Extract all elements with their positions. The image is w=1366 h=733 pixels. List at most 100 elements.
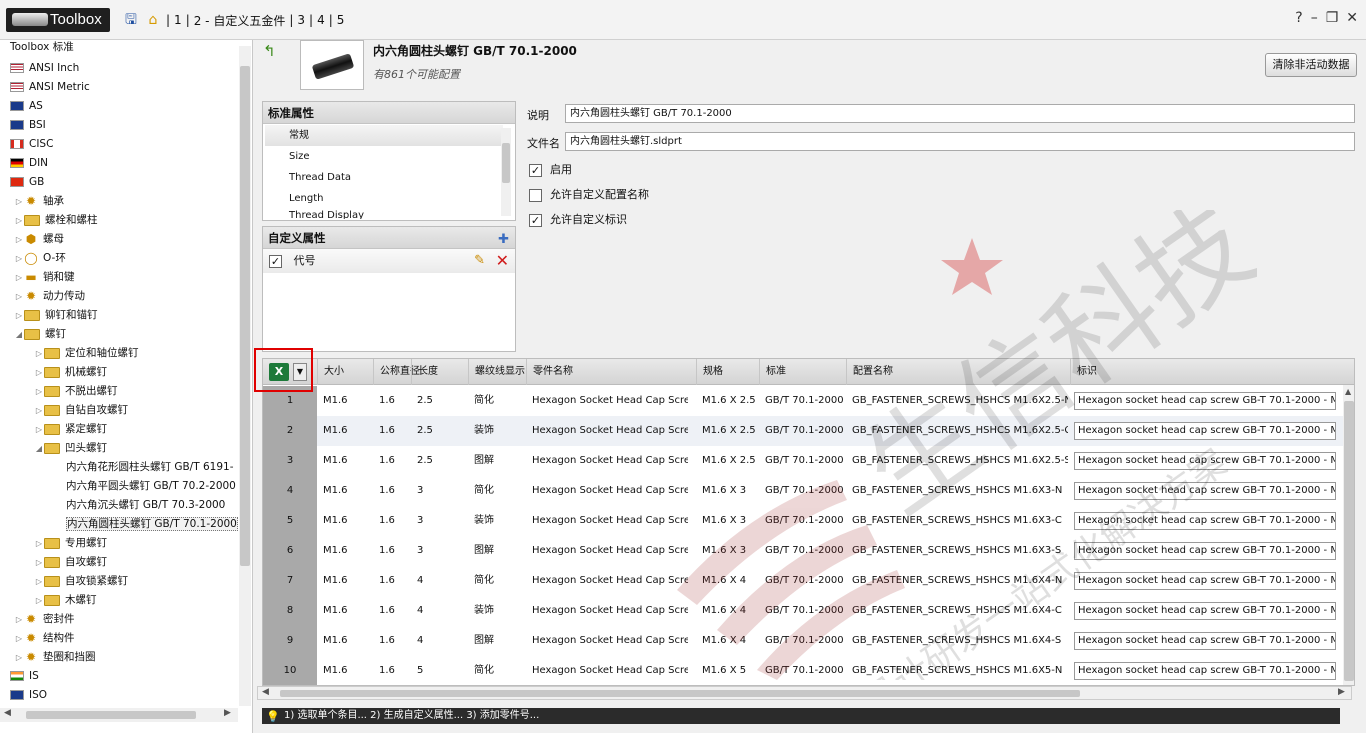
tree-vertical-scrollbar[interactable]	[239, 46, 251, 706]
tree-folder[interactable]: ▷ 铆钉和锚钉	[0, 306, 238, 325]
tag-field[interactable]: Hexagon socket head cap screw GB-T 70.1-…	[1074, 632, 1336, 650]
tree-standard-jis[interactable]: JIS	[0, 705, 238, 706]
table-row[interactable]: 3 M1.6 1.6 2.5 图解 Hexagon Socket Head Cap Scr…	[263, 446, 1343, 476]
scroll-thumb[interactable]	[240, 66, 250, 566]
expand-toggle-icon[interactable]: ◢	[34, 439, 44, 458]
table-row[interactable]: 4 M1.6 1.6 3 简化 Hexagon Socket Head Cap Screw…	[263, 476, 1343, 506]
tree-root[interactable]: Toolbox 标准	[0, 40, 238, 57]
tree-folder[interactable]: ▷ 机械螺钉	[0, 363, 238, 382]
std-prop-length[interactable]: Length	[263, 188, 515, 209]
scroll-thumb[interactable]	[1344, 401, 1354, 681]
table-row[interactable]: 6 M1.6 1.6 3 图解 Hexagon Socket Head Cap Screw…	[263, 536, 1343, 566]
scroll-up-icon[interactable]: ▲	[1345, 387, 1351, 396]
table-horizontal-scrollbar[interactable]: ◀ ▶	[257, 686, 1352, 700]
column-header[interactable]: 零件名称	[526, 359, 696, 385]
allow-custom-config-name-option[interactable]: 允许自定义配置名称	[529, 186, 649, 202]
tree-folder[interactable]: ▷ ◯ O-环	[0, 249, 238, 268]
expand-toggle-icon[interactable]: ▷	[34, 344, 44, 363]
expand-toggle-icon[interactable]: ▷	[14, 268, 24, 287]
expand-toggle-icon[interactable]: ◢	[14, 325, 24, 344]
expand-toggle-icon[interactable]: ▷	[34, 401, 44, 420]
tree-part-item[interactable]: 内六角花形圆柱头螺钉 GB/T 6191-	[0, 458, 238, 477]
tree-folder[interactable]: ▷ 紧定螺钉	[0, 420, 238, 439]
tree-folder[interactable]: ◢ 凹头螺钉	[0, 439, 238, 458]
scroll-thumb[interactable]	[280, 690, 1080, 697]
description-field[interactable]: 内六角圆柱头螺钉 GB/T 70.1-2000	[565, 104, 1355, 123]
expand-toggle-icon[interactable]: ▷	[34, 420, 44, 439]
home-icon[interactable]: ⌂	[144, 11, 162, 29]
tag-field[interactable]: Hexagon socket head cap screw GB-T 70.1-…	[1074, 482, 1336, 500]
expand-toggle-icon[interactable]: ▷	[34, 572, 44, 591]
tree-folder[interactable]: ▷ ▬ 销和键	[0, 268, 238, 287]
tree-folder[interactable]: ▷ 木螺钉	[0, 591, 238, 610]
table-row[interactable]: 9 M1.6 1.6 4 图解 Hexagon Socket Head Cap Screw…	[263, 626, 1343, 656]
expand-toggle-icon[interactable]: ▷	[14, 192, 24, 211]
clear-inactive-data-button[interactable]: 清除非活动数据	[1265, 53, 1357, 77]
custom-property-row[interactable]: ✓ 代号 ✎ ✕	[263, 249, 515, 273]
tree-folder[interactable]: ▷ 不脱出螺钉	[0, 382, 238, 401]
tree-standard-iso[interactable]: ISO	[0, 686, 238, 705]
allow-custom-tag-checkbox[interactable]: ✓	[529, 213, 542, 227]
table-vertical-scrollbar[interactable]: ▲	[1343, 385, 1354, 685]
tree-folder[interactable]: ▷ ⬢ 螺母	[0, 230, 238, 249]
column-header[interactable]: 公称直径	[373, 359, 420, 385]
tree-standard-ansi-inch[interactable]: ANSI Inch	[0, 59, 238, 78]
tree-folder[interactable]: ◢ 螺钉	[0, 325, 238, 344]
expand-toggle-icon[interactable]: ▷	[14, 306, 24, 325]
tree-folder[interactable]: ▷ ✹ 动力传动	[0, 287, 238, 306]
property-checkbox[interactable]: ✓	[269, 254, 282, 268]
tree-standard-bsi[interactable]: BSI	[0, 116, 238, 135]
expand-toggle-icon[interactable]: ▷	[34, 382, 44, 401]
tag-field[interactable]: Hexagon socket head cap screw GB-T 70.1-…	[1074, 572, 1336, 590]
nav-step-1[interactable]: 1	[174, 13, 182, 27]
tree-folder[interactable]: ▷ 定位和轴位螺钉	[0, 344, 238, 363]
scroll-right-icon[interactable]: ▶	[1338, 687, 1345, 697]
column-header[interactable]: 配置名称	[846, 359, 1070, 385]
expand-toggle-icon[interactable]: ▷	[34, 553, 44, 572]
add-property-icon[interactable]: ✚	[498, 229, 509, 251]
tag-field[interactable]: Hexagon socket head cap screw GB-T 70.1-…	[1074, 452, 1336, 470]
scroll-right-icon[interactable]: ▶	[224, 708, 231, 718]
std-prop-thread-data[interactable]: Thread Data	[263, 167, 515, 188]
std-prop-thread-display[interactable]: Thread Display	[263, 209, 515, 219]
tree-standard-ansi-metric[interactable]: ANSI Metric	[0, 78, 238, 97]
tag-field[interactable]: Hexagon socket head cap screw GB-T 70.1-…	[1074, 602, 1336, 620]
column-header[interactable]: 大小	[317, 359, 373, 385]
properties-scrollbar[interactable]	[501, 128, 511, 216]
back-arrow-icon[interactable]: ↰	[263, 42, 276, 60]
tree-folder[interactable]: ▷ 自攻锁紧螺钉	[0, 572, 238, 591]
tree-part-item[interactable]: 内六角沉头螺钉 GB/T 70.3-2000	[0, 496, 238, 515]
expand-toggle-icon[interactable]: ▷	[34, 591, 44, 610]
tree-horizontal-scrollbar[interactable]: ◀ ▶	[0, 708, 238, 722]
tree-folder[interactable]: ▷ 专用螺钉	[0, 534, 238, 553]
tree-standard-cisc[interactable]: CISC	[0, 135, 238, 154]
tag-field[interactable]: Hexagon socket head cap screw GB-T 70.1-…	[1074, 662, 1336, 680]
delete-icon[interactable]: ✕	[496, 249, 509, 273]
expand-toggle-icon[interactable]: ▷	[14, 610, 24, 629]
std-prop-size[interactable]: Size	[263, 146, 515, 167]
table-row[interactable]: 2 M1.6 1.6 2.5 装饰 Hexagon Socket Head Cap Scr…	[263, 416, 1343, 446]
column-header[interactable]: 标识	[1070, 359, 1343, 385]
table-row[interactable]: 5 M1.6 1.6 3 装饰 Hexagon Socket Head Cap Screw…	[263, 506, 1343, 536]
edit-pencil-icon[interactable]: ✎	[474, 249, 485, 273]
column-header[interactable]: 长度	[411, 359, 468, 385]
column-header[interactable]: 规格	[696, 359, 759, 385]
expand-toggle-icon[interactable]: ▷	[14, 648, 24, 667]
table-row[interactable]: 8 M1.6 1.6 4 装饰 Hexagon Socket Head Cap Screw…	[263, 596, 1343, 626]
expand-toggle-icon[interactable]: ▷	[34, 363, 44, 382]
toolbox-logo[interactable]: Toolbox	[6, 8, 110, 32]
scroll-left-icon[interactable]: ◀	[262, 687, 269, 697]
tree-standard-is[interactable]: IS	[0, 667, 238, 686]
tree-part-item-selected[interactable]: 内六角圆柱头螺钉 GB/T 70.1-2000	[0, 515, 238, 534]
std-prop-general[interactable]: 常规	[265, 125, 503, 146]
scroll-thumb[interactable]	[26, 711, 196, 719]
filename-field[interactable]: 内六角圆柱头螺钉.sldprt	[565, 132, 1355, 151]
expand-toggle-icon[interactable]: ▷	[34, 534, 44, 553]
tree-standard-gb[interactable]: GB	[0, 173, 238, 192]
save-icon[interactable]: 🖫	[122, 11, 140, 29]
tag-field[interactable]: Hexagon socket head cap screw GB-T 70.1-…	[1074, 422, 1336, 440]
nav-step-2[interactable]: 2 - 自定义五金件	[194, 12, 286, 29]
expand-toggle-icon[interactable]: ▷	[14, 287, 24, 306]
close-icon[interactable]: ✕	[1346, 10, 1358, 26]
expand-toggle-icon[interactable]: ▷	[14, 230, 24, 249]
